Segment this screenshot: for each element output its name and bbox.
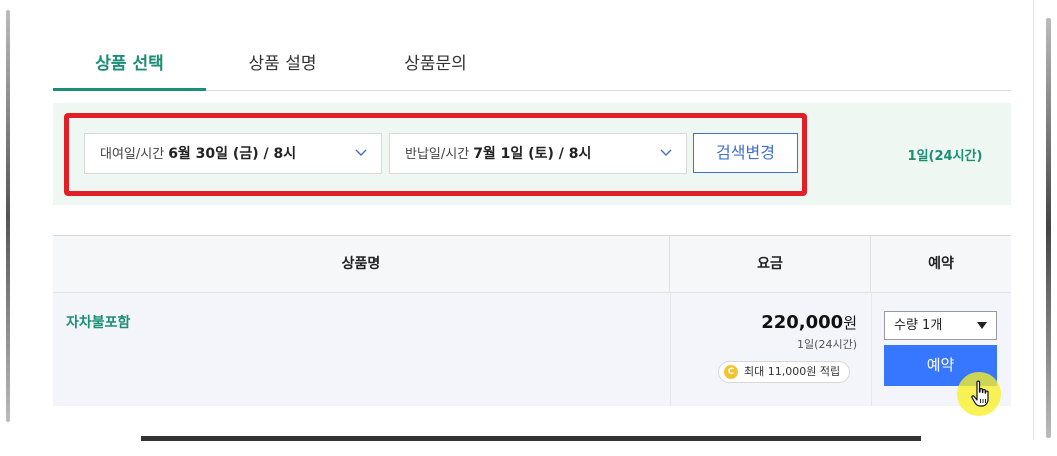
product-tabs: 상품 선택 상품 설명 상품문의	[53, 38, 1011, 91]
rental-start-value: 6월 30일 (금) / 8시	[168, 146, 297, 162]
header-price: 요금	[670, 236, 871, 292]
points-text: 최대 11,000원 적립	[744, 365, 841, 378]
header-product-name: 상품명	[53, 236, 670, 292]
tab-product-description[interactable]: 상품 설명	[206, 38, 359, 91]
quantity-value: 수량 1개	[894, 318, 943, 333]
triangle-down-icon	[977, 322, 987, 329]
quantity-select[interactable]: 수량 1개	[884, 311, 997, 340]
product-name-link[interactable]: 자차불포함	[66, 312, 130, 332]
points-badge: C 최대 11,000원 적립	[718, 361, 851, 383]
tab-product-select[interactable]: 상품 선택	[53, 38, 206, 91]
right-divider-line	[1033, 0, 1034, 440]
table-row	[53, 293, 1011, 406]
chevron-down-icon	[355, 134, 367, 174]
product-price: 220,000원	[761, 312, 857, 333]
rental-end-select[interactable]: 반납일/시간 7월 1일 (토) / 8시	[389, 133, 687, 174]
hand-pointer-icon	[970, 380, 992, 408]
left-frame-edge	[6, 10, 10, 422]
rental-start-label: 대여일/시간	[100, 147, 165, 162]
bottom-frame-edge	[141, 436, 921, 441]
product-table: 상품명 요금 예약	[53, 235, 1011, 406]
rental-end-label: 반납일/시간	[405, 147, 470, 162]
rental-duration: 1일(24시간)	[907, 149, 983, 164]
header-booking: 예약	[928, 256, 954, 272]
right-frame-edge	[1046, 18, 1051, 438]
change-search-button[interactable]: 검색변경	[693, 133, 798, 173]
chevron-down-icon	[660, 134, 672, 174]
column-divider	[670, 293, 671, 406]
tab-product-inquiry[interactable]: 상품문의	[359, 38, 512, 91]
rental-end-value: 7월 1일 (토) / 8시	[473, 146, 592, 162]
price-amount: 220,000	[761, 312, 844, 333]
table-header: 상품명 요금 예약	[53, 236, 1011, 293]
column-divider	[871, 293, 872, 406]
rental-start-select[interactable]: 대여일/시간 6월 30일 (금) / 8시	[84, 133, 382, 174]
price-currency: 원	[843, 314, 857, 332]
coin-icon: C	[724, 365, 738, 379]
price-duration: 1일(24시간)	[797, 338, 857, 351]
